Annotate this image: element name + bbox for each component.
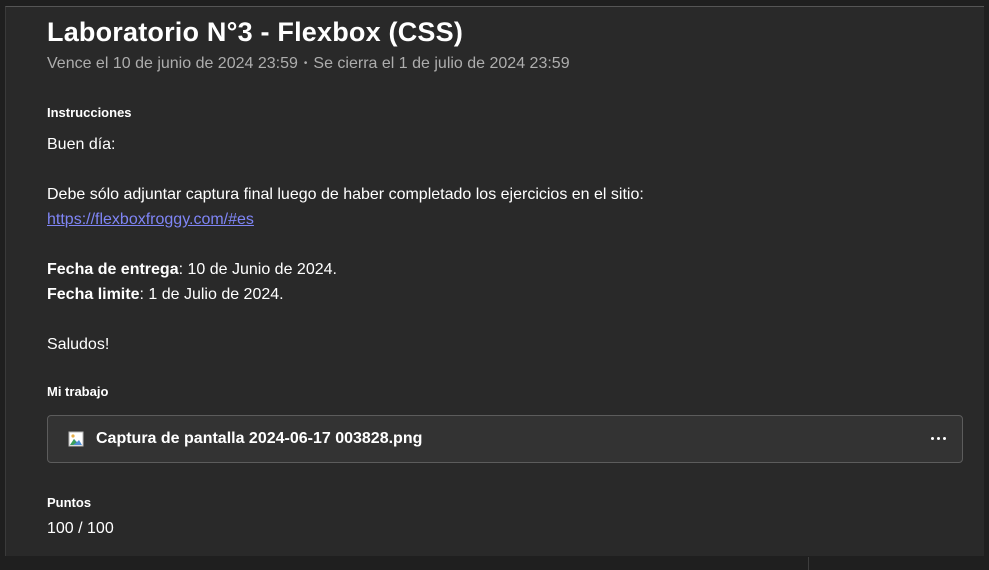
assignment-dates: Vence el 10 de junio de 2024 23:59 • Se …	[47, 54, 967, 74]
image-file-icon	[68, 431, 84, 447]
my-work-label: Mi trabajo	[47, 384, 109, 399]
delivery-date-line: Fecha de entrega: 10 de Junio de 2024.	[47, 257, 644, 282]
assignment-panel: Laboratorio N°3 - Flexbox (CSS) Vence el…	[5, 6, 984, 556]
limit-date-label: Fecha limite	[47, 286, 140, 303]
bottom-bar	[0, 557, 989, 570]
instruction-line: Debe sólo adjuntar captura final luego d…	[47, 186, 644, 203]
limit-date-line: Fecha limite: 1 de Julio de 2024.	[47, 282, 644, 307]
date-separator: •	[303, 58, 308, 69]
assignment-title: Laboratorio N°3 - Flexbox (CSS)	[47, 17, 464, 47]
flexbox-froggy-link[interactable]: https://flexboxfroggy.com/#es	[47, 211, 254, 228]
closing-text: Saludos!	[47, 336, 110, 353]
more-options-icon[interactable]	[928, 426, 948, 450]
bottom-divider	[808, 557, 809, 570]
due-date: Vence el 10 de junio de 2024 23:59	[47, 55, 298, 72]
limit-date-value: : 1 de Julio de 2024.	[139, 286, 284, 303]
delivery-date-value: : 10 de Junio de 2024.	[178, 261, 337, 278]
delivery-date-label: Fecha de entrega	[47, 261, 179, 278]
assignment-content: Laboratorio N°3 - Flexbox (CSS) Vence el…	[47, 15, 967, 537]
instructions-body: Buen día: Debe sólo adjuntar captura fin…	[47, 132, 644, 357]
close-date: Se cierra el 1 de julio de 2024 23:59	[313, 55, 570, 72]
points-label: Puntos	[47, 495, 92, 510]
file-name[interactable]: Captura de pantalla 2024-06-17 003828.pn…	[96, 430, 422, 448]
instructions-label: Instrucciones	[47, 105, 132, 120]
greeting-text: Buen día:	[47, 136, 116, 153]
points-value: 100 / 100	[47, 520, 114, 537]
attached-file-card[interactable]: Captura de pantalla 2024-06-17 003828.pn…	[47, 415, 963, 463]
